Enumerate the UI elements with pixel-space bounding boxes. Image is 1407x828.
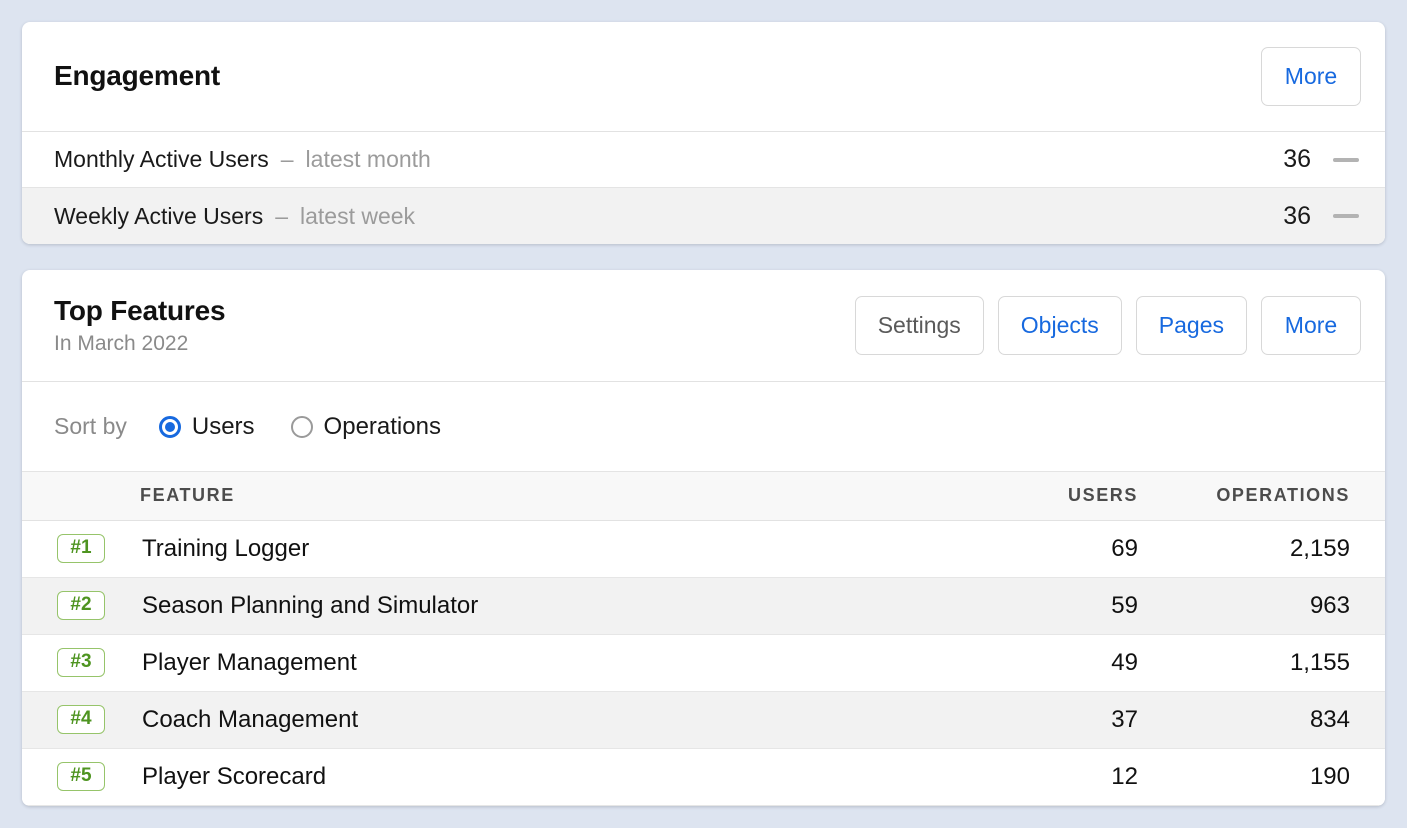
table-header-row: FEATURE USERS OPERATIONS	[22, 472, 1385, 521]
settings-button[interactable]: Settings	[854, 296, 984, 355]
engagement-actions: More	[1261, 47, 1361, 106]
rank-badge: #4	[57, 704, 105, 735]
pages-button[interactable]: Pages	[1135, 296, 1247, 355]
kpi-label: Monthly Active Users	[54, 146, 269, 172]
engagement-title: Engagement	[54, 60, 221, 92]
top-features-card-header: Top Features In March 2022 Settings Obje…	[22, 270, 1385, 382]
table-row[interactable]: #4 Coach Management 37 834	[22, 691, 1385, 748]
operations-cell: 2,159	[1289, 534, 1350, 562]
rank-badge: #5	[57, 761, 105, 792]
rank-cell: #2	[22, 577, 140, 634]
kpi-period: latest month	[305, 146, 431, 172]
engagement-titles: Engagement	[54, 60, 220, 92]
operations-cell: 963	[1309, 591, 1350, 619]
top-features-table: FEATURE USERS OPERATIONS #1 Training Log…	[22, 472, 1385, 806]
rank-cell: #1	[22, 520, 140, 577]
top-features-card: Top Features In March 2022 Settings Obje…	[22, 270, 1385, 806]
objects-button[interactable]: Objects	[997, 296, 1122, 355]
kpi-separator: –	[275, 202, 288, 229]
rank-cell: #4	[22, 691, 140, 748]
kpi-value: 36	[1283, 145, 1311, 173]
feature-name-cell: Player Management	[142, 648, 357, 676]
column-header-rank[interactable]	[22, 472, 140, 521]
rank-badge: #3	[57, 647, 105, 678]
kpi-separator: –	[280, 146, 294, 172]
radio-selected-icon[interactable]	[158, 415, 181, 438]
sort-option-users[interactable]: Users	[158, 412, 255, 441]
table-row[interactable]: #3 Player Management 49 1,155	[22, 634, 1385, 691]
operations-cell: 1,155	[1289, 648, 1350, 676]
top-features-title: Top Features	[54, 294, 226, 326]
table-header: FEATURE USERS OPERATIONS	[22, 472, 1385, 521]
trend-flat-icon	[1333, 157, 1359, 162]
feature-name-cell: Season Planning and Simulator	[142, 591, 479, 619]
top-features-actions: Settings Objects Pages More	[854, 296, 1361, 355]
column-header-users[interactable]: USERS	[975, 472, 1160, 521]
column-header-operations[interactable]: OPERATIONS	[1160, 472, 1385, 521]
more-button[interactable]: More	[1261, 296, 1361, 355]
column-header-feature[interactable]: FEATURE	[140, 472, 975, 521]
dashboard-page: Engagement More Monthly Active Users – l…	[0, 0, 1407, 828]
table-row[interactable]: #5 Player Scorecard 12 190	[22, 748, 1385, 805]
kpi-label: Weekly Active Users	[54, 202, 264, 229]
trend-flat-icon	[1333, 214, 1359, 218]
engagement-more-button[interactable]: More	[1261, 47, 1361, 106]
feature-name-cell: Training Logger	[142, 534, 310, 562]
sort-option-operations[interactable]: Operations	[290, 412, 441, 441]
sort-option-label: Users	[191, 412, 255, 440]
rank-cell: #5	[22, 748, 140, 805]
feature-name-cell: Coach Management	[142, 705, 359, 733]
top-features-subtitle: In March 2022	[54, 332, 189, 355]
users-cell: 37	[1111, 705, 1138, 733]
kpi-row-weekly-active-users[interactable]: Weekly Active Users – latest week 36	[22, 188, 1385, 244]
table-body: #1 Training Logger 69 2,159 #2 Season Pl…	[22, 520, 1385, 805]
rank-cell: #3	[22, 634, 140, 691]
kpi-row-monthly-active-users[interactable]: Monthly Active Users – latest month 36	[22, 132, 1385, 188]
rank-badge: #2	[57, 590, 105, 621]
top-features-titles: Top Features In March 2022	[54, 294, 226, 356]
sort-by-label: Sort by	[54, 413, 127, 439]
table-row[interactable]: #2 Season Planning and Simulator 59 963	[22, 577, 1385, 634]
users-cell: 59	[1111, 591, 1138, 619]
sort-bar: Sort by Users Operations	[22, 382, 1385, 472]
rank-badge: #1	[57, 533, 105, 564]
engagement-card: Engagement More Monthly Active Users – l…	[22, 22, 1385, 244]
radio-unselected-icon[interactable]	[290, 415, 313, 438]
table-row[interactable]: #1 Training Logger 69 2,159	[22, 520, 1385, 577]
users-cell: 12	[1111, 762, 1138, 790]
sort-option-label: Operations	[323, 412, 441, 440]
operations-cell: 190	[1309, 762, 1350, 790]
engagement-card-header: Engagement More	[22, 22, 1385, 132]
users-cell: 49	[1111, 648, 1138, 676]
kpi-value: 36	[1283, 201, 1311, 230]
kpi-period: latest week	[300, 202, 416, 229]
users-cell: 69	[1111, 534, 1138, 562]
operations-cell: 834	[1309, 705, 1350, 733]
feature-name-cell: Player Scorecard	[142, 762, 327, 790]
